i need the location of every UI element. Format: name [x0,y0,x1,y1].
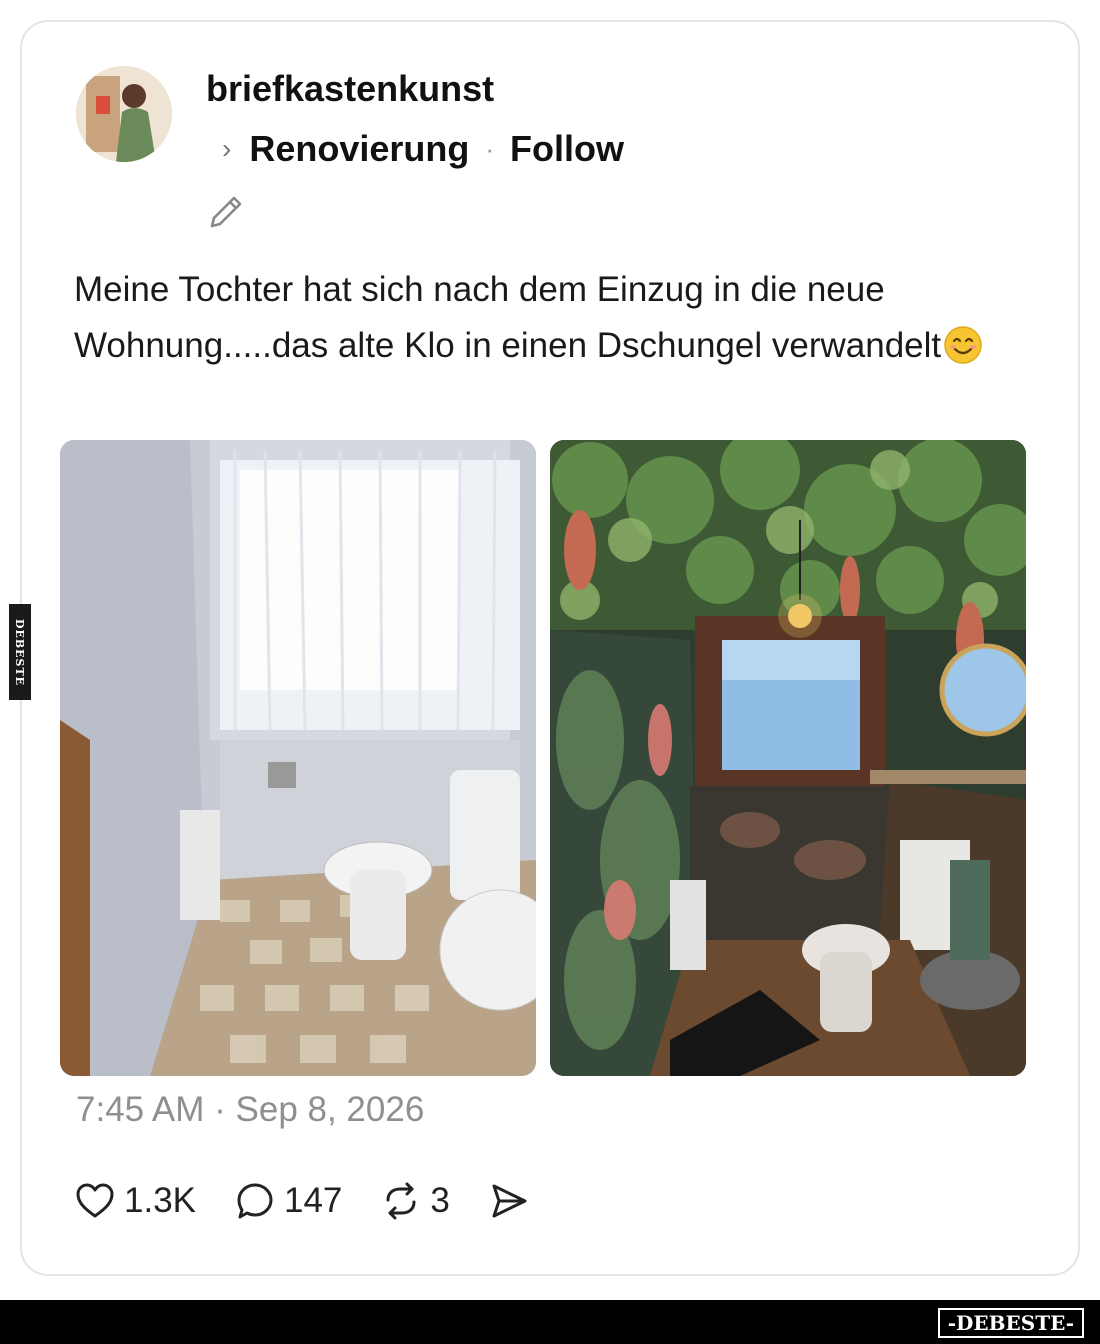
repost-button[interactable]: 3 [380,1180,450,1222]
post-text: Meine Tochter hat sich nach dem Einzug i… [74,262,1034,374]
share-button[interactable] [488,1180,530,1222]
chevron-right-icon: › [222,133,232,164]
separator: · [485,133,495,164]
watermark-side-text: DEBESTE [13,618,27,686]
comment-count: 147 [284,1181,343,1220]
pencil-icon[interactable] [204,190,248,234]
comment-button[interactable]: 147 [234,1180,342,1222]
like-count: 1.3K [124,1181,196,1220]
bottom-bar: -DEBESTE- [0,1300,1100,1344]
comment-bubble-icon [237,1183,273,1219]
heart-icon [76,1183,114,1218]
photo-before[interactable] [60,440,536,1076]
post-body: Meine Tochter hat sich nach dem Einzug i… [74,270,942,365]
repost-count: 3 [430,1181,450,1220]
photo-after[interactable] [550,440,1026,1076]
watermark-bottom: -DEBESTE- [937,1308,1084,1338]
avatar[interactable] [76,66,172,162]
username[interactable]: briefkastenkunst [206,68,494,110]
timestamp: 7:45 AM · Sep 8, 2026 [76,1090,425,1129]
follow-button[interactable]: Follow [510,128,624,170]
like-button[interactable]: 1.3K [74,1180,196,1222]
action-bar: 1.3K 147 3 [74,1176,568,1226]
repost-icon [386,1182,416,1220]
topic-link[interactable]: Renovierung [249,128,469,170]
watermark-side: DEBESTE [9,604,31,700]
topic-row: › Renovierung · Follow [222,128,624,170]
send-icon [492,1184,527,1218]
smiling-face-emoji [943,325,983,365]
